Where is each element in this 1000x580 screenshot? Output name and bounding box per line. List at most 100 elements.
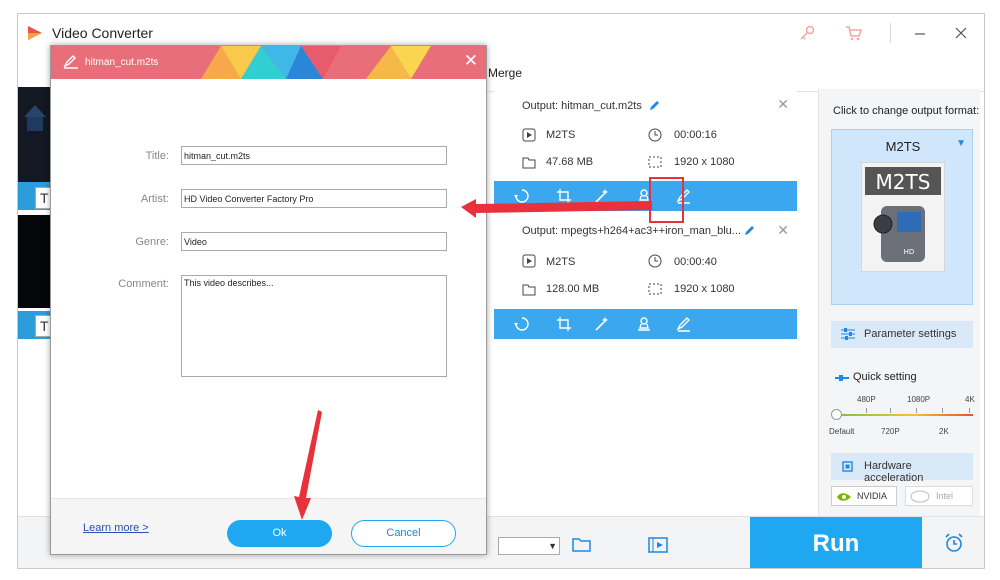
nvidia-label: NVIDIA xyxy=(857,491,888,501)
minimize-icon[interactable] xyxy=(911,24,929,42)
dialog-header: hitman_cut.m2ts ✕ xyxy=(51,46,486,79)
intel-label: Intel xyxy=(936,491,954,501)
video-thumbnail[interactable] xyxy=(18,215,52,308)
resolution-icon xyxy=(648,283,662,295)
file-action-bar xyxy=(494,181,797,211)
open-folder-icon[interactable] xyxy=(572,537,592,553)
close-icon[interactable] xyxy=(952,24,970,42)
comment-field[interactable]: This video describes... xyxy=(181,275,447,377)
slider-tick xyxy=(866,408,867,413)
video-thumbnail[interactable] xyxy=(18,87,52,182)
slider-tick xyxy=(969,408,970,413)
file-format: M2TS xyxy=(546,129,576,141)
slider-tick xyxy=(942,408,943,413)
format-icon xyxy=(522,128,536,142)
key-icon[interactable] xyxy=(798,24,816,42)
quality-label: 4K xyxy=(965,395,975,404)
slider-tick xyxy=(890,408,891,413)
svg-text:M2TS: M2TS xyxy=(876,170,931,194)
dialog-footer: Learn more > Ok Cancel xyxy=(51,498,486,554)
format-icon xyxy=(522,254,536,268)
file-resolution: 1920 x 1080 xyxy=(674,283,735,295)
genre-field[interactable] xyxy=(181,232,447,251)
effects-icon[interactable] xyxy=(594,316,610,332)
folder-icon xyxy=(522,284,536,296)
slider-tick xyxy=(916,408,917,413)
quick-setting-label: Quick setting xyxy=(853,371,917,383)
dialog-title: hitman_cut.m2ts xyxy=(85,57,159,68)
file-size: 47.68 MB xyxy=(546,156,594,168)
remove-file-icon[interactable]: ✕ xyxy=(777,222,789,239)
run-button[interactable]: Run xyxy=(750,517,922,568)
rotate-icon[interactable] xyxy=(514,188,530,204)
output-format-selector[interactable]: M2TS ▼ M2TS HD xyxy=(831,129,973,305)
output-folder-dropdown[interactable]: ▼ xyxy=(498,537,560,555)
file-card: Output: hitman_cut.m2ts ✕ M2TS 00:00:16 … xyxy=(494,90,797,183)
quality-label: 720P xyxy=(881,427,900,436)
file-action-bar xyxy=(494,309,797,339)
format-name: M2TS xyxy=(885,139,921,154)
watermark-icon[interactable] xyxy=(636,316,652,332)
edit-name-icon[interactable] xyxy=(648,98,662,112)
house-icon xyxy=(24,105,46,131)
nvidia-toggle[interactable]: NVIDIA xyxy=(831,486,897,506)
camcorder-format-icon: M2TS HD xyxy=(861,162,945,272)
output-filename: Output: hitman_cut.m2ts xyxy=(522,100,642,112)
ok-button[interactable]: Ok xyxy=(227,520,332,547)
sliders-icon xyxy=(841,328,855,340)
parameter-settings-button[interactable]: Parameter settings xyxy=(831,321,973,348)
video-output-icon[interactable] xyxy=(648,537,668,553)
app-title: Video Converter xyxy=(52,25,153,41)
genre-label: Genre: xyxy=(135,236,169,248)
quality-label: 1080P xyxy=(907,395,931,404)
quality-slider-knob[interactable] xyxy=(831,409,842,420)
dropdown-arrow-icon: ▼ xyxy=(956,138,966,149)
clock-icon xyxy=(648,254,662,268)
file-duration: 00:00:40 xyxy=(674,256,717,268)
title-field[interactable] xyxy=(181,146,447,165)
file-resolution: 1920 x 1080 xyxy=(674,156,735,168)
cancel-button[interactable]: Cancel xyxy=(351,520,456,547)
clock-icon xyxy=(648,128,662,142)
hardware-acceleration-button[interactable]: Hardware acceleration xyxy=(831,453,973,484)
cart-icon[interactable] xyxy=(844,24,862,42)
edit-name-icon[interactable] xyxy=(743,223,757,237)
artist-field[interactable] xyxy=(181,189,447,208)
format-caption: Click to change output format: xyxy=(833,105,980,117)
file-card: Output: mpegts+h264+ac3++iron_man_blu...… xyxy=(494,216,797,309)
crop-icon[interactable] xyxy=(556,188,572,204)
intel-toggle[interactable]: Intel xyxy=(905,486,973,506)
edit-metadata-icon xyxy=(63,55,78,69)
file-size: 128.00 MB xyxy=(546,283,600,295)
merge-button[interactable]: Merge xyxy=(488,66,522,80)
intel-logo-icon xyxy=(910,490,930,503)
app-logo-icon xyxy=(28,26,42,40)
resolution-icon xyxy=(648,156,662,168)
parameter-settings-label: Parameter settings xyxy=(864,328,957,340)
nvidia-logo-icon xyxy=(837,493,851,501)
hardware-acceleration-label: Hardware acceleration xyxy=(864,460,924,484)
title-separator xyxy=(890,23,891,43)
quality-label: 480P xyxy=(857,395,876,404)
format-panel: Click to change output format: M2TS ▼ M2… xyxy=(818,89,980,516)
dialog-close-icon[interactable]: ✕ xyxy=(464,51,478,71)
dropdown-arrow-icon: ▼ xyxy=(548,541,557,551)
quality-label: Default xyxy=(829,427,855,436)
file-format: M2TS xyxy=(546,256,576,268)
svg-text:HD: HD xyxy=(904,248,915,256)
effects-icon[interactable] xyxy=(594,188,610,204)
rotate-icon[interactable] xyxy=(514,316,530,332)
comment-label: Comment: xyxy=(118,278,169,290)
metadata-edit-icon[interactable] xyxy=(676,188,692,204)
learn-more-link[interactable]: Learn more > xyxy=(83,522,149,534)
watermark-icon[interactable] xyxy=(636,188,652,204)
metadata-edit-icon[interactable] xyxy=(676,316,692,332)
quality-slider-track[interactable] xyxy=(837,414,973,416)
alarm-clock-icon[interactable] xyxy=(943,532,965,554)
crop-icon[interactable] xyxy=(556,316,572,332)
chip-icon xyxy=(842,461,853,472)
remove-file-icon[interactable]: ✕ xyxy=(777,96,789,113)
quick-setting-icon xyxy=(835,375,849,381)
folder-icon xyxy=(522,157,536,169)
quality-label: 2K xyxy=(939,427,949,436)
